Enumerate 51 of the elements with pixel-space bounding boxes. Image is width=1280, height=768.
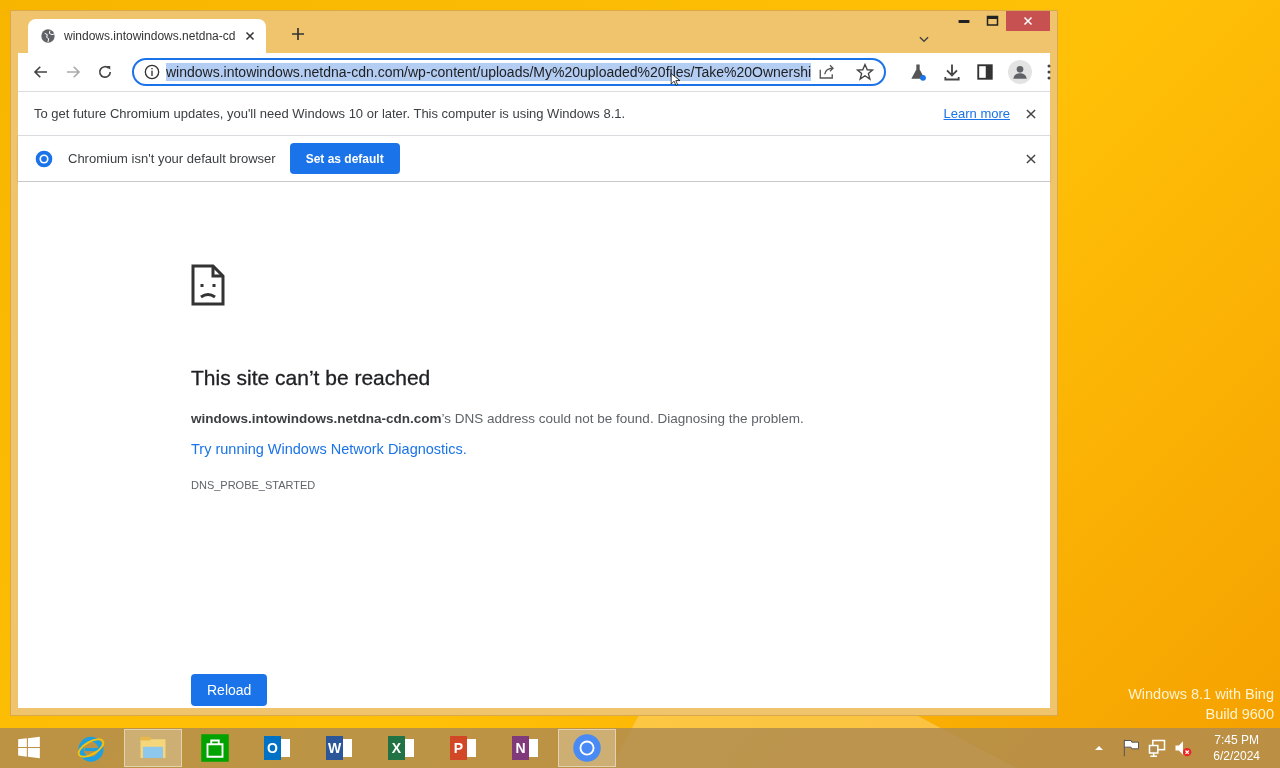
flag-icon bbox=[1121, 738, 1142, 758]
url-text: windows.intowindows.netdna-cdn.com/wp-content/uploads/My%20uploaded%20files/Take%20Ownershi bbox=[166, 63, 812, 81]
star-icon bbox=[856, 63, 874, 81]
clock-date[interactable]: 6/2/2024 bbox=[1213, 748, 1260, 764]
taskbar-button[interactable]: W bbox=[310, 729, 368, 767]
person-icon bbox=[1012, 64, 1028, 80]
desktop-watermark: Build 9600 bbox=[1205, 705, 1274, 724]
taskbar-button[interactable] bbox=[558, 729, 616, 767]
error-message: windows.intowindows.netdna-cdn.com’s DNS address could not be found. Diagnosing the problem. bbox=[191, 411, 804, 426]
chromium-icon bbox=[572, 733, 602, 763]
download-icon bbox=[942, 62, 962, 82]
taskbar-button[interactable]: O bbox=[248, 729, 306, 767]
share-icon bbox=[818, 63, 836, 81]
taskbar-button[interactable]: X bbox=[372, 729, 430, 767]
plus-glyph bbox=[290, 26, 306, 42]
reload-glyph bbox=[96, 63, 114, 81]
error-title: This site can’t be reached bbox=[191, 366, 431, 390]
info-icon bbox=[144, 64, 160, 80]
infobar-text: To get future Chromium updates, you'll need Windows 10 or later. This computer is using Windows 8.1. bbox=[34, 106, 627, 121]
desktop-watermark: Windows 8.1 with Bing bbox=[1128, 685, 1274, 704]
network-icon bbox=[1147, 738, 1168, 758]
back-glyph bbox=[32, 63, 50, 81]
reload-button[interactable]: Reload bbox=[191, 674, 268, 706]
close-glyph bbox=[1024, 106, 1038, 121]
forward-glyph bbox=[64, 63, 82, 81]
learn-more-link[interactable]: Learn more bbox=[943, 106, 1010, 121]
close-icon[interactable] bbox=[1024, 151, 1038, 166]
taskbar-button[interactable]: P bbox=[434, 729, 492, 767]
diagnostics-link[interactable]: Try running Windows Network Diagnostics. bbox=[191, 441, 467, 457]
close-glyph bbox=[1022, 15, 1034, 27]
taskbar-button[interactable]: N bbox=[496, 729, 554, 767]
error-code: DNS_PROBE_STARTED bbox=[191, 479, 316, 491]
store-bag-icon bbox=[200, 733, 230, 763]
flask-icon bbox=[908, 62, 928, 82]
set-default-button[interactable]: Set as default bbox=[289, 143, 400, 174]
sad-page-icon bbox=[191, 264, 225, 306]
close-icon[interactable] bbox=[1024, 106, 1038, 121]
minimize-glyph bbox=[958, 19, 970, 23]
side-panel-icon bbox=[976, 63, 994, 81]
maximize-glyph bbox=[985, 15, 999, 27]
close-tab-icon bbox=[244, 30, 256, 42]
globe-icon bbox=[40, 28, 56, 44]
chromium-icon bbox=[34, 148, 54, 169]
browser-tab[interactable]: windows.intowindows.netdna-cd bbox=[28, 19, 266, 53]
close-glyph bbox=[1024, 151, 1038, 166]
address-bar[interactable]: windows.intowindows.netdna-cdn.com/wp-content/uploads/My%20uploaded%20files/Take%20Ownershi bbox=[132, 58, 886, 86]
clock-time[interactable]: 7:45 PM bbox=[1214, 732, 1259, 748]
menu-icon bbox=[1046, 63, 1052, 81]
infobar-text: Chromium isn't your default browser bbox=[68, 151, 276, 166]
profile-avatar[interactable] bbox=[1008, 60, 1032, 84]
windows-logo-icon bbox=[16, 735, 42, 761]
